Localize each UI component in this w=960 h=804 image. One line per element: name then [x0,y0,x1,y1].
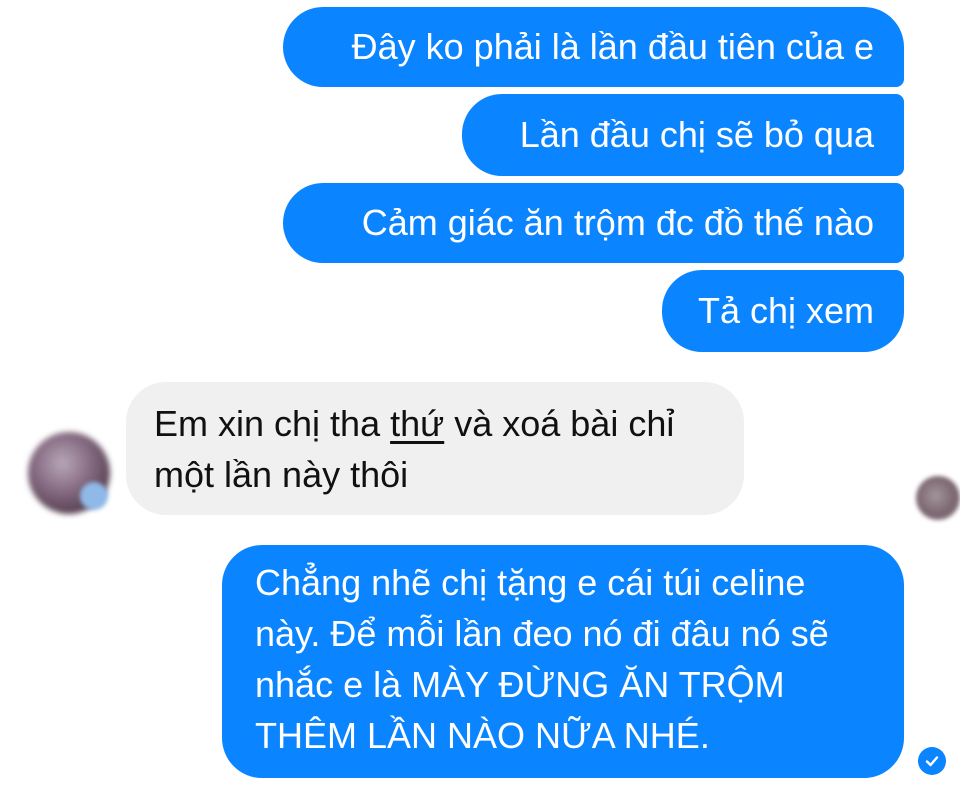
check-circle-icon [918,747,946,775]
message-bubble-sent[interactable]: Cảm giác ăn trộm đc đồ thế nào [283,183,904,263]
message-text-line: Em xin chị tha thứ và xoá bài chỉ [154,398,724,449]
message-text-line: nhắc e là MÀY ĐỪNG ĂN TRỘM [255,664,785,705]
underlined-word: thứ [390,403,445,444]
message-text: Tả chị xem [697,290,874,331]
message-text: Lần đầu chị sẽ bỏ qua [519,114,874,155]
message-bubble-sent[interactable]: Đây ko phải là lần đầu tiên của e [283,7,904,87]
message-text-line: này. Để mỗi lần đeo nó đi đâu nó sẽ [255,613,829,654]
message-text: Cảm giác ăn trộm đc đồ thế nào [361,202,874,243]
message-text-line: một lần này thôi [154,454,409,495]
message-text-line: THÊM LẦN NÀO NỮA NHÉ. [255,715,710,756]
message-text-segment: và xoá bài chỉ [444,403,675,444]
message-text: Đây ko phải là lần đầu tiên của e [351,26,874,67]
message-text-segment: Em xin chị tha [154,403,391,444]
active-status-badge [80,482,108,510]
message-text-line: Chẳng nhẽ chị tặng e cái túi celine [255,562,806,603]
message-bubble-received[interactable]: Em xin chị tha thứ và xoá bài chỉ một lầ… [126,382,744,515]
message-bubble-sent[interactable]: Chẳng nhẽ chị tặng e cái túi celine này.… [222,545,904,778]
message-bubble-sent[interactable]: Lần đầu chị sẽ bỏ qua [462,94,904,176]
seen-avatar [916,476,960,520]
message-bubble-sent[interactable]: Tả chị xem [662,270,904,352]
